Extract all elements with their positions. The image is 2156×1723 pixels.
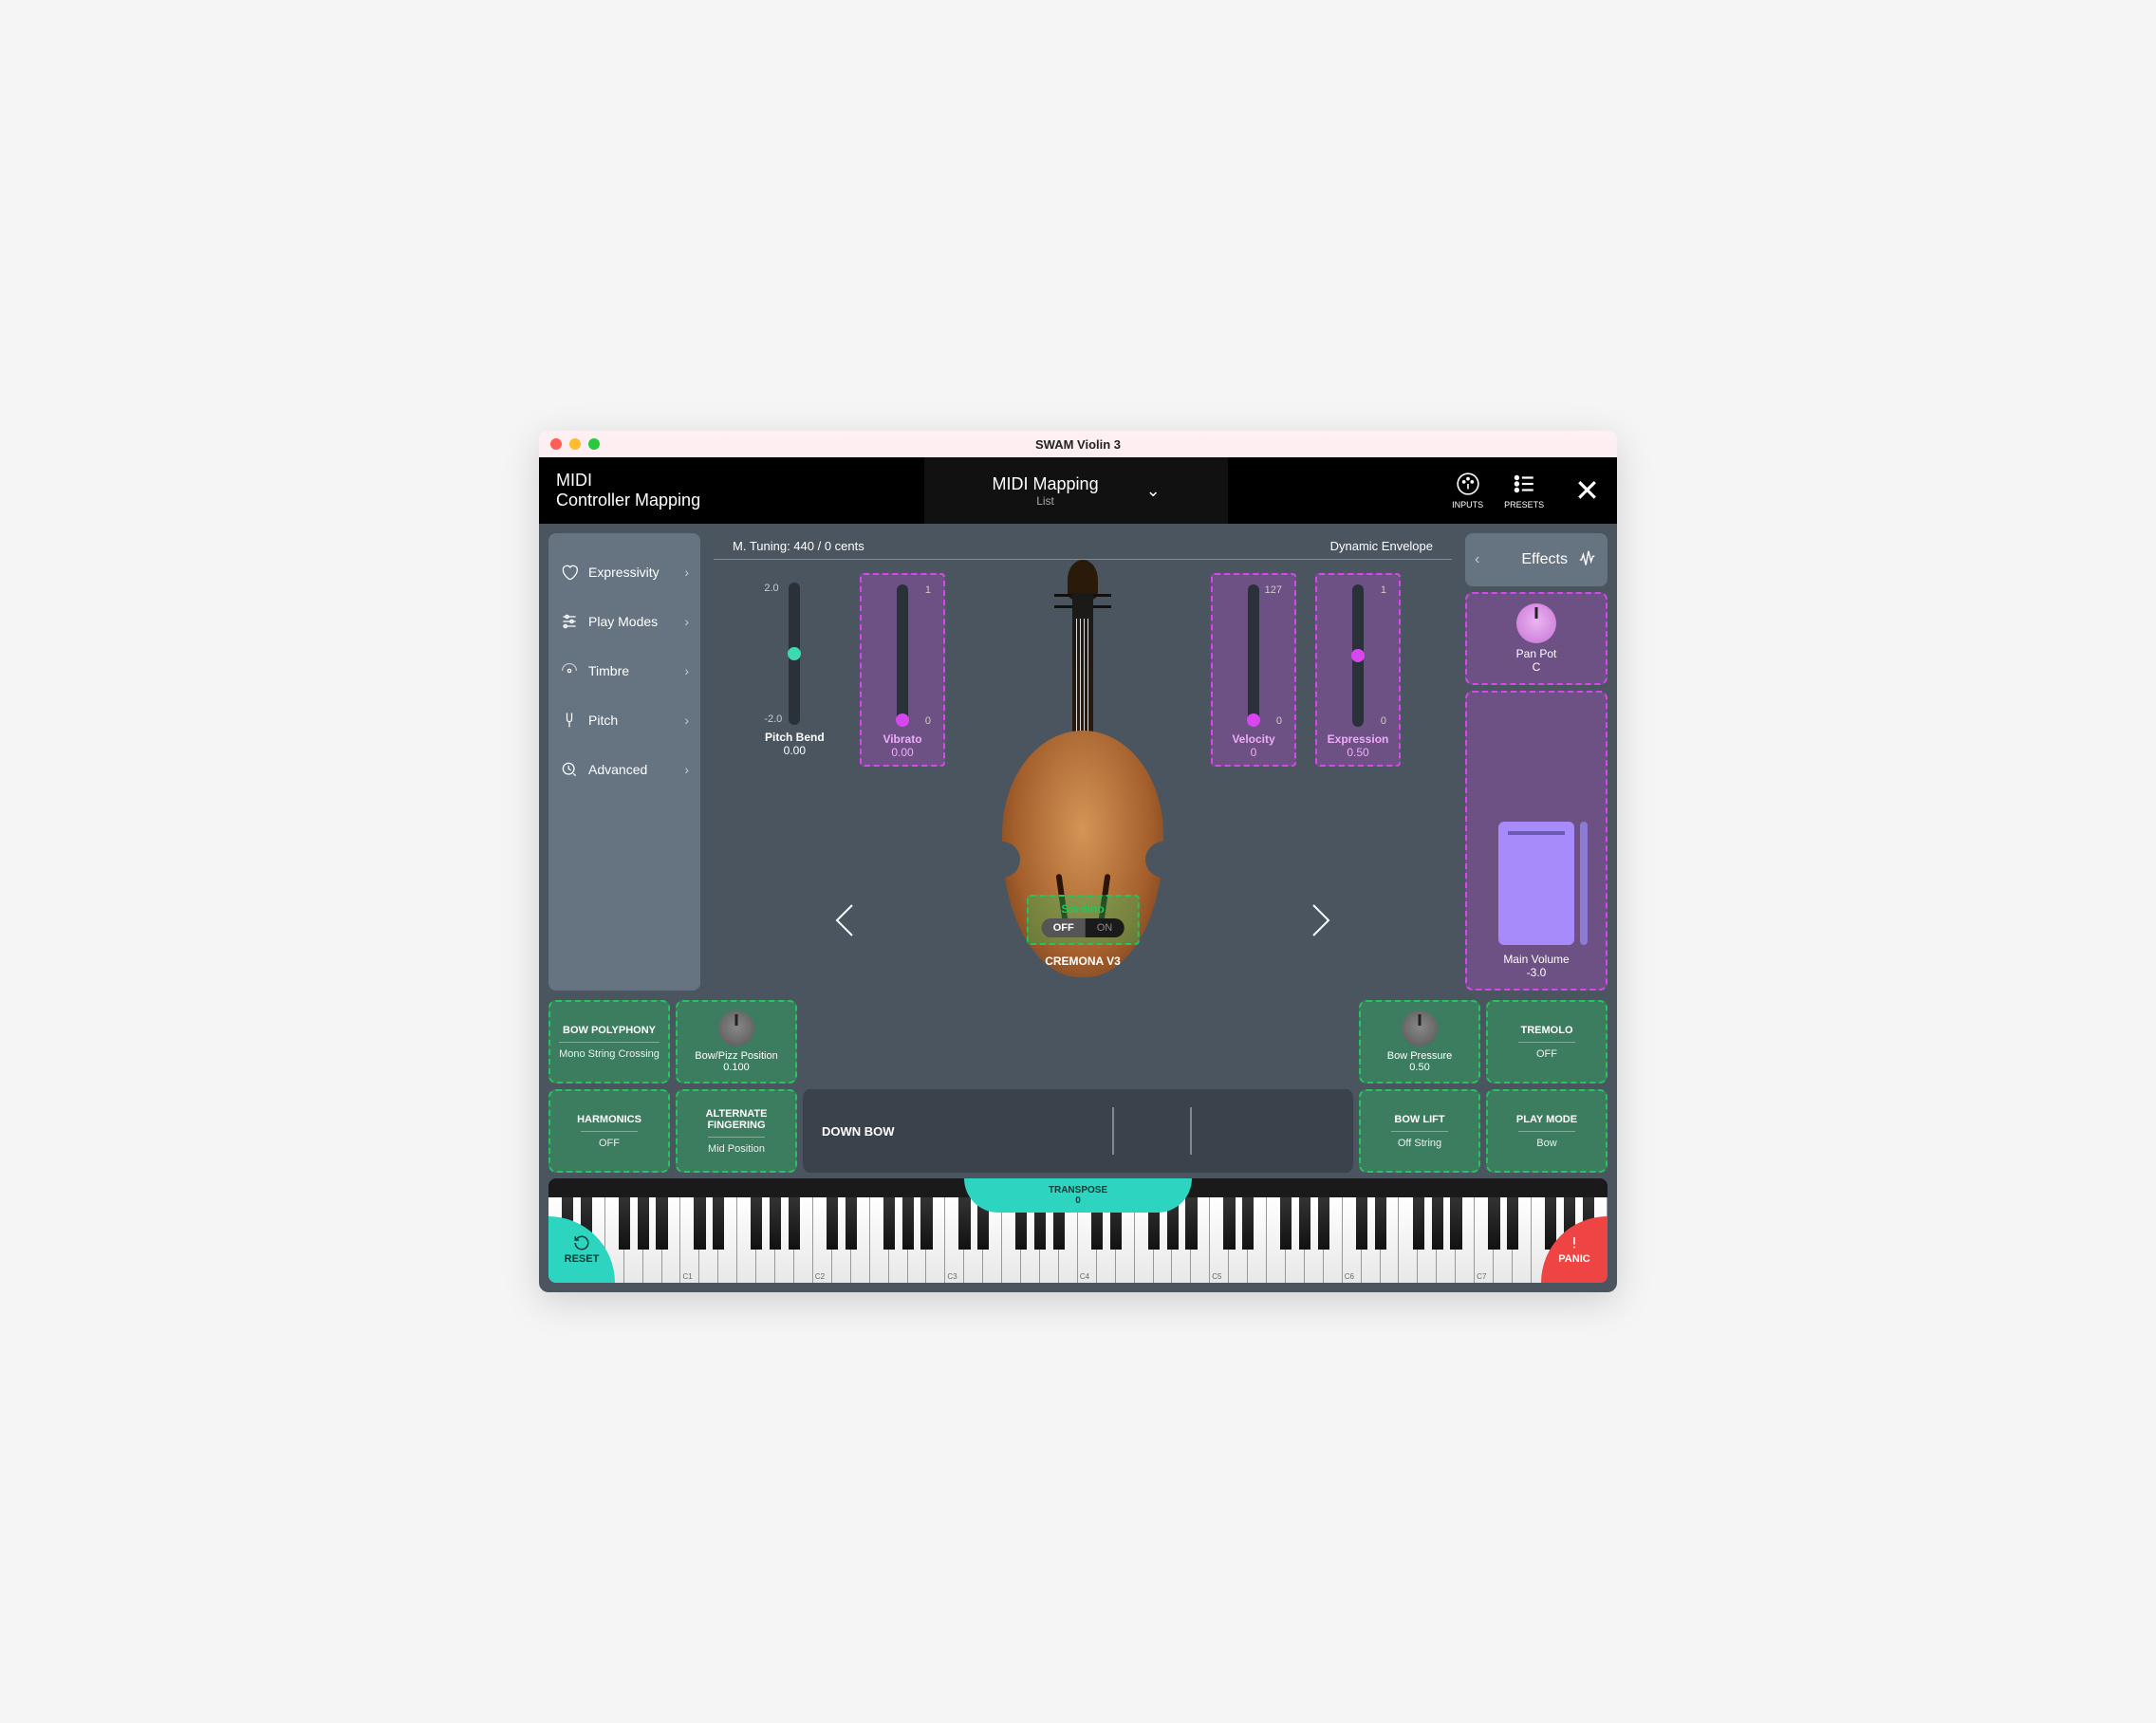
list-icon [1512,472,1536,496]
chevron-down-icon: ⌄ [1146,481,1161,501]
sidebar-label: Timbre [588,663,629,678]
next-instrument-button[interactable] [1306,901,1334,949]
chevron-right-icon: › [684,614,689,629]
app-header: MIDI Controller Mapping MIDI Mapping Lis… [539,457,1617,524]
effects-panel: ‹ Effects Pan Pot C Main Volume -3.0 [1465,533,1608,991]
tuning-label: M. Tuning: 440 / 0 cents [733,539,864,553]
header-title-line1: MIDI [556,471,700,491]
header-title: MIDI Controller Mapping [556,471,700,509]
chevron-right-icon: › [684,713,689,728]
inputs-button[interactable]: INPUTS [1452,472,1483,509]
sidebar-label: Play Modes [588,614,658,629]
sidebar-item-timbre[interactable]: Timbre › [548,646,700,695]
sidebar: Expressivity › Play Modes › Timbre › Pitch ›… [548,533,700,991]
bow-direction-panel[interactable]: DOWN BOW [803,1089,1353,1173]
presets-button[interactable]: PRESETS [1504,472,1544,509]
chevron-left-icon: ‹ [1475,551,1479,568]
play-mode-tile[interactable]: PLAY MODE Bow [1486,1089,1608,1173]
window-title: SWAM Violin 3 [539,437,1617,452]
sidebar-label: Pitch [588,713,618,728]
prev-instrument-button[interactable] [831,901,860,949]
waveform-icon [1577,549,1598,570]
tiles-row-2: HARMONICS OFF ALTERNATE FINGERING Mid Po… [539,1089,1617,1178]
inputs-label: INPUTS [1452,500,1483,509]
spacer [803,1000,1353,1084]
tremolo-tile[interactable]: TREMOLO OFF [1486,1000,1608,1084]
sordino-toggle[interactable]: Sordino OFFON [1027,895,1140,945]
header-buttons: INPUTS PRESETS ✕ [1452,472,1600,509]
vibrato-slider[interactable]: 10 Vibrato 0.00 [860,573,945,767]
close-panel-button[interactable]: ✕ [1574,472,1600,509]
center-stage: M. Tuning: 440 / 0 cents Dynamic Envelop… [708,533,1458,991]
instrument-stage: 2.0-2.0 Pitch Bend 0.00 10 Vibrato 0.00 … [708,560,1458,991]
sidebar-label: Expressivity [588,565,660,580]
transpose-indicator[interactable]: TRANSPOSE 0 [964,1178,1192,1213]
bow-lift-tile[interactable]: BOW LIFT Off String [1359,1089,1480,1173]
tuning-fork-icon [560,711,579,730]
palette-icon [1456,472,1480,496]
presets-label: PRESETS [1504,500,1544,509]
chevron-right-icon: › [684,663,689,678]
bow-direction-label: DOWN BOW [822,1124,895,1139]
tiles-row-1: BOW POLYPHONY Mono String Crossing Bow/P… [539,1000,1617,1089]
sidebar-item-playmodes[interactable]: Play Modes › [548,597,700,646]
instrument-name: CREMONA V3 [1045,954,1121,968]
pan-pot-knob[interactable]: Pan Pot C [1465,592,1608,685]
main-volume-fader[interactable]: Main Volume -3.0 [1465,691,1608,991]
bow-pressure-tile[interactable]: Bow Pressure 0.50 [1359,1000,1480,1084]
alternate-fingering-tile[interactable]: ALTERNATE FINGERING Mid Position [676,1089,797,1173]
info-bar: M. Tuning: 440 / 0 cents Dynamic Envelop… [714,533,1452,560]
expression-slider[interactable]: 10 Expression 0.50 [1315,573,1401,767]
sidebar-item-expressivity[interactable]: Expressivity › [548,547,700,597]
heart-icon [560,563,579,582]
bow-polyphony-tile[interactable]: BOW POLYPHONY Mono String Crossing [548,1000,670,1084]
pitch-bend-slider[interactable]: 2.0-2.0 Pitch Bend 0.00 [765,579,825,757]
gear-search-icon [560,760,579,779]
main-area: Expressivity › Play Modes › Timbre › Pitch ›… [539,524,1617,1000]
effects-title: Effects [1521,551,1568,568]
harmonics-tile[interactable]: HARMONICS OFF [548,1089,670,1173]
signal-icon [560,661,579,680]
bow-pizz-position-tile[interactable]: Bow/Pizz Position 0.100 [676,1000,797,1084]
app-window: SWAM Violin 3 MIDI Controller Mapping MI… [539,431,1617,1292]
sidebar-item-pitch[interactable]: Pitch › [548,695,700,745]
warning-icon [1566,1234,1583,1251]
midi-mapping-dropdown[interactable]: MIDI Mapping List ⌄ [924,457,1228,524]
sidebar-label: Advanced [588,762,647,777]
velocity-slider[interactable]: 1270 Velocity 0 [1211,573,1296,767]
header-title-line2: Controller Mapping [556,491,700,510]
chevron-right-icon: › [684,762,689,777]
keyboard[interactable]: TRANSPOSE 0 C0C1C2C3C4C5C6C7 RESET PANIC [548,1178,1608,1283]
dropdown-title: MIDI Mapping [993,474,1099,494]
envelope-label: Dynamic Envelope [1330,539,1433,553]
dropdown-subtitle: List [993,494,1099,508]
reset-icon [573,1234,590,1251]
titlebar: SWAM Violin 3 [539,431,1617,457]
sliders-icon [560,612,579,631]
app-body: MIDI Controller Mapping MIDI Mapping Lis… [539,457,1617,1292]
chevron-right-icon: › [684,565,689,580]
effects-header[interactable]: ‹ Effects [1465,533,1608,586]
sidebar-item-advanced[interactable]: Advanced › [548,745,700,794]
